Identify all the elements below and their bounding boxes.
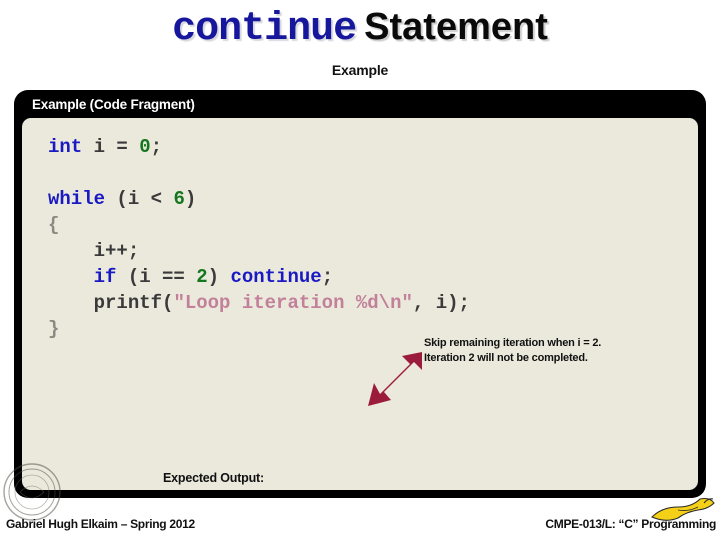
page-title-rest: Statement: [364, 6, 548, 48]
code-token-while-cond-open: (i: [105, 188, 151, 210]
code-token-assign: i =: [82, 136, 140, 158]
code-annotation-callout: Skip remaining iteration when i = 2. Ite…: [424, 336, 601, 366]
page-title: continue Statement: [0, 6, 720, 52]
footer-course: CMPE-013/L: “C” Programming: [545, 517, 716, 531]
code-token-int: int: [48, 136, 83, 158]
code-annotation-line-1: Skip remaining iteration when i = 2.: [424, 337, 602, 349]
university-seal-icon: [3, 463, 61, 521]
code-token-printf-tail: , i);: [412, 292, 470, 314]
code-indent-3: [48, 292, 94, 314]
panel-body: int i = 0; while (i < 6) { i++; if (i ==…: [22, 118, 698, 490]
code-token-printf: printf(: [93, 292, 174, 314]
code-token-continue: continue: [230, 266, 322, 288]
code-token-paren-close: ): [184, 188, 197, 210]
code-token-six: 6: [173, 188, 185, 210]
diagonal-arrow-icon: [368, 352, 422, 406]
code-token-zero: 0: [139, 136, 151, 158]
code-fragment: int i = 0; while (i < 6) { i++; if (i ==…: [48, 134, 470, 342]
code-token-if: if: [93, 266, 117, 288]
code-token-less-than: <: [150, 188, 163, 210]
page-title-keyword: continue: [172, 7, 357, 52]
code-token-semicolon-1: ;: [150, 136, 163, 158]
code-token-while: while: [48, 188, 106, 210]
page-subtitle: Example: [331, 62, 389, 78]
footer-author: Gabriel Hugh Elkaim – Spring 2012: [6, 517, 195, 531]
code-token-string-literal: "Loop iteration %d\n": [173, 292, 413, 314]
code-token-increment: [48, 240, 94, 262]
example-panel: Example (Code Fragment) int i = 0; while…: [14, 90, 706, 498]
code-token-if-cond-a: (i ==: [116, 266, 197, 288]
code-annotation-line-2: Iteration 2 will not be completed.: [424, 352, 588, 364]
code-indent-2: [48, 266, 94, 288]
code-token-brace-open: {: [48, 214, 60, 236]
code-token-brace-close: }: [48, 318, 60, 340]
code-token-space-1: [162, 188, 173, 210]
code-token-semicolon-2: ;: [321, 266, 334, 288]
code-token-increment-text: i++;: [93, 240, 140, 262]
expected-output-label: Expected Output:: [163, 471, 264, 485]
panel-header-label: Example (Code Fragment): [32, 97, 195, 112]
code-token-two: 2: [196, 266, 208, 288]
code-token-if-cond-b: ): [207, 266, 231, 288]
